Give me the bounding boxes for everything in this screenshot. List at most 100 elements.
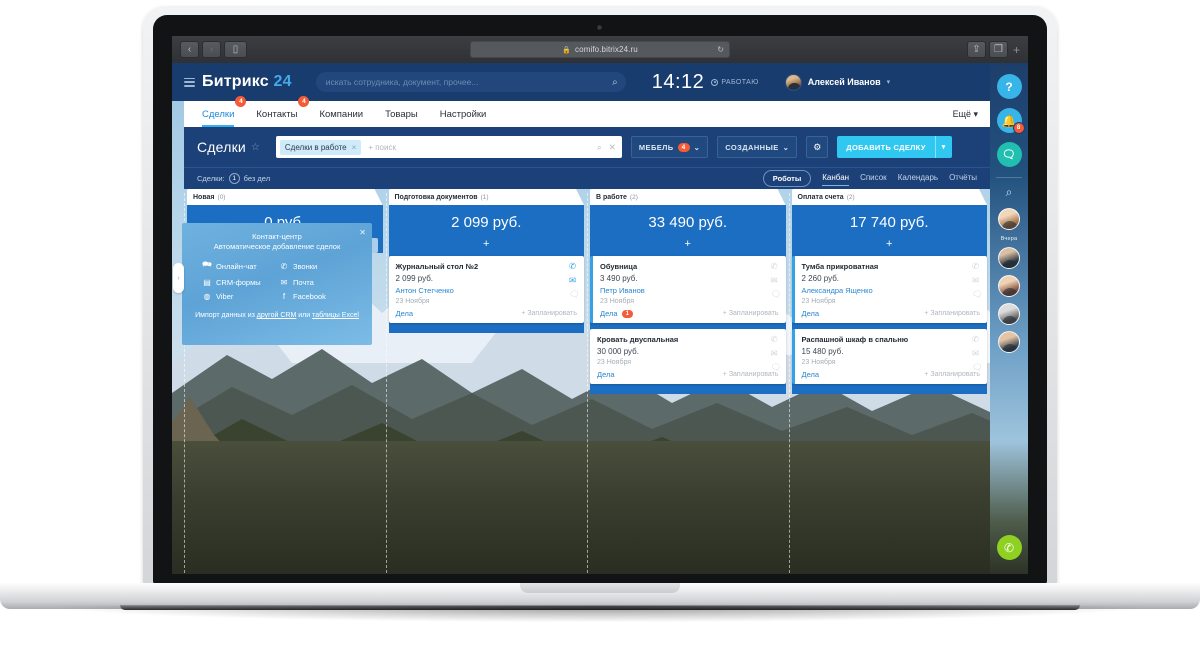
furniture-filter-button[interactable]: МЕБЕЛЬ 4 ⌄ (630, 136, 709, 158)
channel-viber[interactable]: ◍ Viber (202, 292, 275, 301)
tab-more[interactable]: Ещё ▾ (953, 109, 978, 120)
deal-person[interactable]: Александра Ященко (802, 286, 981, 295)
avatar[interactable] (998, 331, 1020, 353)
back-button[interactable]: ‹ (180, 41, 199, 58)
phone-icon[interactable]: ✆ (972, 335, 981, 344)
address-bar[interactable]: 🔒 comifo.bitrix24.ru ↻ (470, 41, 730, 58)
view-reports[interactable]: Отчёты (949, 173, 977, 184)
channel-crm-forms[interactable]: ▤ CRM-формы (202, 278, 275, 287)
deal-person[interactable]: Петр Иванов (600, 286, 779, 295)
view-switcher: Роботы Канбан Список Календарь Отчёты (762, 170, 977, 187)
deal-card[interactable]: Кровать двуспальная 30 000 руб. 23 Ноябр… (590, 329, 786, 384)
filter-search-field[interactable]: Сделки в работе × + поиск ⌕ ✕ (275, 136, 622, 158)
mail-icon[interactable]: ✉ (771, 349, 780, 358)
avatar[interactable] (998, 208, 1020, 230)
deal-deeds-link[interactable]: Дела (802, 309, 820, 318)
chevron-down-icon[interactable]: ▾ (936, 143, 952, 151)
menu-burger-icon[interactable] (184, 77, 195, 87)
channel-mail[interactable]: ✉ Почта (279, 278, 352, 287)
tab-contacts[interactable]: Контакты 4 (256, 96, 310, 127)
deal-plan-link[interactable]: + Запланировать (723, 371, 779, 378)
favorite-star-icon[interactable]: ☆ (251, 142, 260, 153)
comment-icon[interactable]: 🗨 (972, 363, 983, 372)
mail-icon[interactable]: ✉ (569, 276, 578, 285)
column-header[interactable]: Оплата счета (2) (792, 189, 988, 205)
deal-deeds-link[interactable]: Дела (802, 370, 820, 379)
call-button[interactable]: ✆ (996, 535, 1022, 560)
deal-card[interactable]: Распашной шкаф в спальню 15 480 руб. 23 … (791, 329, 987, 384)
user-menu[interactable]: Алексей Иванов ▾ (784, 73, 890, 91)
phone-icon[interactable]: ✆ (771, 335, 780, 344)
deal-card[interactable]: Тумба прикроватная 2 260 руб. Александра… (791, 256, 987, 323)
add-deal-button[interactable]: ДОБАВИТЬ СДЕЛКУ ▾ (837, 136, 952, 158)
view-kanban[interactable]: Канбан (822, 173, 849, 186)
reload-icon[interactable]: ↻ (717, 45, 724, 54)
avatar[interactable] (998, 247, 1020, 269)
deal-person[interactable]: Антон Стегченко (396, 286, 578, 295)
tab-products[interactable]: Товары (385, 109, 418, 127)
deal-deeds-link[interactable]: Дела (597, 370, 615, 379)
phone-icon[interactable]: ✆ (771, 262, 780, 271)
deal-plan-link[interactable]: + Запланировать (924, 310, 980, 317)
created-filter-button[interactable]: СОЗДАННЫЕ ⌄ (717, 136, 798, 158)
comment-icon[interactable]: 🗨 (569, 290, 580, 299)
mail-icon[interactable]: ✉ (972, 276, 981, 285)
tabs-button[interactable]: ❐ (988, 41, 1008, 58)
forward-button[interactable]: › (202, 41, 221, 58)
deal-card[interactable]: Журнальный стол №2 2 099 руб. Антон Стег… (388, 256, 584, 323)
clear-icon[interactable]: ✕ (609, 142, 616, 153)
import-excel-link[interactable]: таблицы Excel (312, 312, 359, 319)
sidebar-toggle-button[interactable]: ▯ (224, 41, 247, 58)
deal-card[interactable]: Обувница 3 490 руб. Петр Иванов 23 Ноябр… (590, 256, 786, 323)
help-button[interactable]: ? (996, 74, 1022, 99)
new-tab-icon[interactable]: + (1013, 43, 1020, 57)
add-card-button[interactable]: + (590, 238, 786, 256)
import-crm-link[interactable]: другой CRM (257, 312, 297, 319)
column-cards: Тумба прикроватная 2 260 руб. Александра… (791, 256, 987, 394)
robots-button[interactable]: Роботы (762, 170, 812, 187)
app-logo[interactable]: Битрикс 24 (202, 73, 292, 91)
column-count: (1) (480, 193, 489, 201)
tab-settings[interactable]: Настройки (440, 109, 487, 127)
work-status[interactable]: РАБОТАЮ (711, 78, 758, 86)
column-header[interactable]: В работе (2) (590, 189, 786, 205)
sidebar-search-button[interactable]: ⌕ (1006, 185, 1013, 200)
comment-icon[interactable]: 🗨 (771, 290, 782, 299)
tab-companies[interactable]: Компании (319, 109, 363, 127)
close-icon[interactable]: × (352, 143, 357, 152)
comment-icon[interactable]: 🗨 (771, 363, 782, 372)
comment-icon[interactable]: 🗨 (972, 290, 983, 299)
deal-plan-link[interactable]: + Запланировать (521, 310, 577, 317)
column-header[interactable]: Подготовка документов (1) (389, 189, 585, 205)
add-card-button[interactable]: + (389, 238, 585, 256)
mail-icon[interactable]: ✉ (771, 276, 780, 285)
avatar[interactable] (998, 275, 1020, 297)
add-card-button[interactable]: + (792, 238, 988, 256)
channel-calls[interactable]: ✆ Звонки (279, 259, 352, 273)
deal-plan-link[interactable]: + Запланировать (723, 310, 779, 317)
filter-chip[interactable]: Сделки в работе × (279, 139, 362, 155)
global-search-input[interactable]: искать сотрудника, документ, прочее... ⌕ (315, 72, 626, 92)
deal-plan-link[interactable]: + Запланировать (924, 371, 980, 378)
close-icon[interactable]: ✕ (359, 228, 366, 237)
deal-footer: Дела 1 + Запланировать (600, 309, 779, 318)
deal-deeds-link[interactable]: Дела 1 (600, 309, 633, 318)
channel-facebook[interactable]: f Facebook (279, 292, 352, 301)
view-calendar[interactable]: Календарь (898, 173, 938, 184)
panel-expand-handle[interactable]: › (173, 263, 184, 293)
deal-deeds-link[interactable]: Дела (396, 309, 414, 318)
search-icon[interactable]: ⌕ (597, 142, 602, 153)
mail-icon[interactable]: ✉ (972, 349, 981, 358)
messenger-button[interactable]: 🗨 (996, 142, 1022, 167)
channel-label: Facebook (293, 292, 326, 301)
avatar[interactable] (998, 303, 1020, 325)
settings-button[interactable]: ⚙ (806, 136, 829, 158)
phone-icon[interactable]: ✆ (972, 262, 981, 271)
share-button[interactable]: ⇪ (966, 41, 986, 58)
notifications-button[interactable]: 🔔 8 (996, 108, 1025, 134)
tab-deals[interactable]: Сделки 4 (202, 96, 247, 127)
phone-icon[interactable]: ✆ (569, 262, 578, 271)
column-header[interactable]: Новая (0) (187, 189, 383, 205)
channel-online-chat[interactable]: 🗪 Онлайн-чат (202, 259, 275, 273)
view-list[interactable]: Список (860, 173, 887, 184)
